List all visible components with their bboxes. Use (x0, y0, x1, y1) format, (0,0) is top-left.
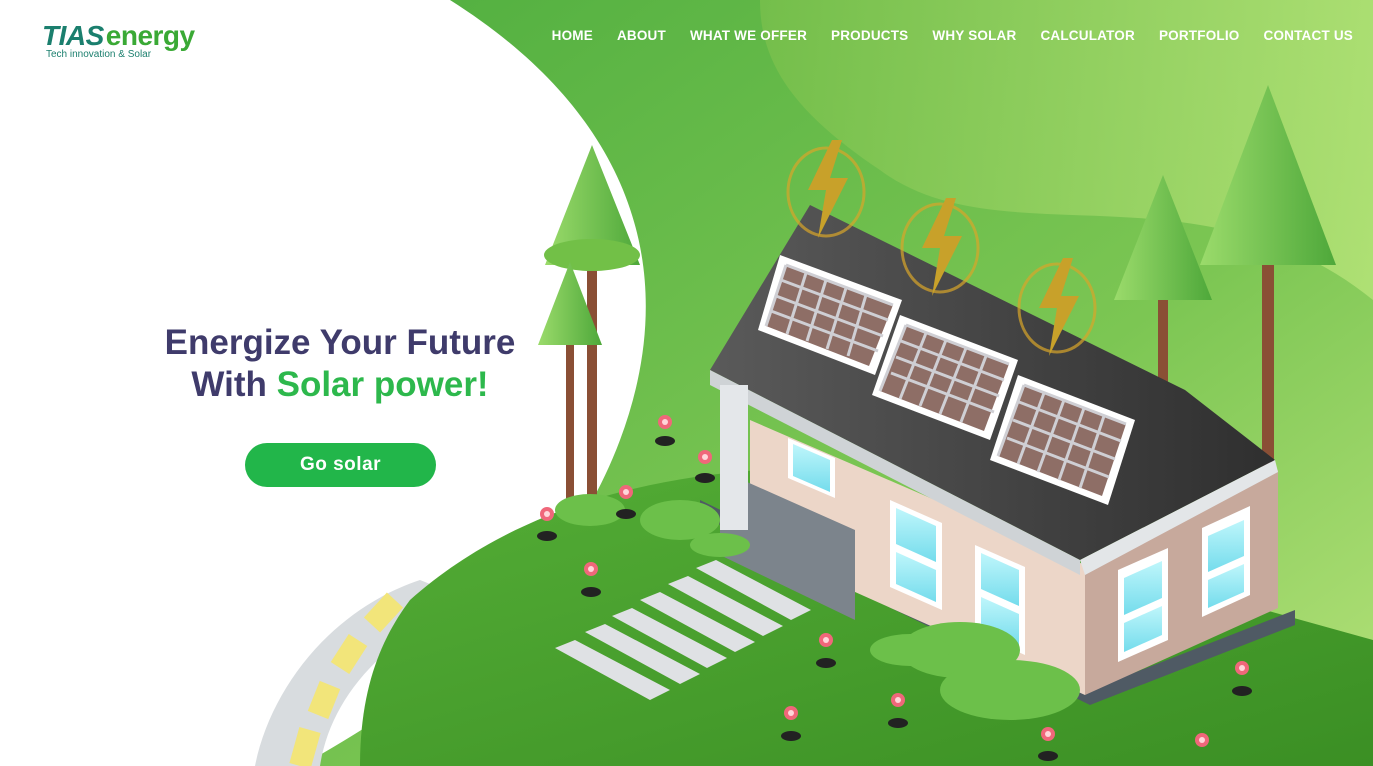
hero-headline: Energize Your Future With Solar power! (120, 322, 560, 406)
nav-calculator[interactable]: CALCULATOR (1040, 28, 1135, 43)
hero-line-2-prefix: With (191, 365, 277, 404)
logo-tagline: Tech innovation & Solar (46, 49, 152, 60)
porch-pillar (720, 385, 748, 530)
nav-portfolio[interactable]: PORTFOLIO (1159, 28, 1240, 43)
nav-what-we-offer[interactable]: WHAT WE OFFER (690, 28, 807, 43)
hero-line-2-accent: Solar power! (276, 365, 489, 404)
nav-home[interactable]: HOME (552, 28, 593, 43)
hero-line-1: Energize Your Future (164, 323, 516, 362)
logo-energy: energy (105, 20, 195, 51)
go-solar-button[interactable]: Go solar (245, 443, 436, 487)
nav-contact-us[interactable]: CONTACT US (1264, 28, 1354, 43)
logo-wordmark: TIASenergy (42, 20, 195, 52)
nav-why-solar[interactable]: WHY SOLAR (932, 28, 1016, 43)
brand-logo[interactable]: TIASenergy Tech innovation & Solar (42, 12, 202, 66)
main-nav: HOME ABOUT WHAT WE OFFER PRODUCTS WHY SO… (528, 28, 1353, 43)
hero-line-2: With Solar power! (120, 364, 560, 406)
nav-about[interactable]: ABOUT (617, 28, 666, 43)
logo-tias: TIAS (42, 20, 104, 51)
flower-icon (1195, 733, 1209, 747)
nav-products[interactable]: PRODUCTS (831, 28, 908, 43)
